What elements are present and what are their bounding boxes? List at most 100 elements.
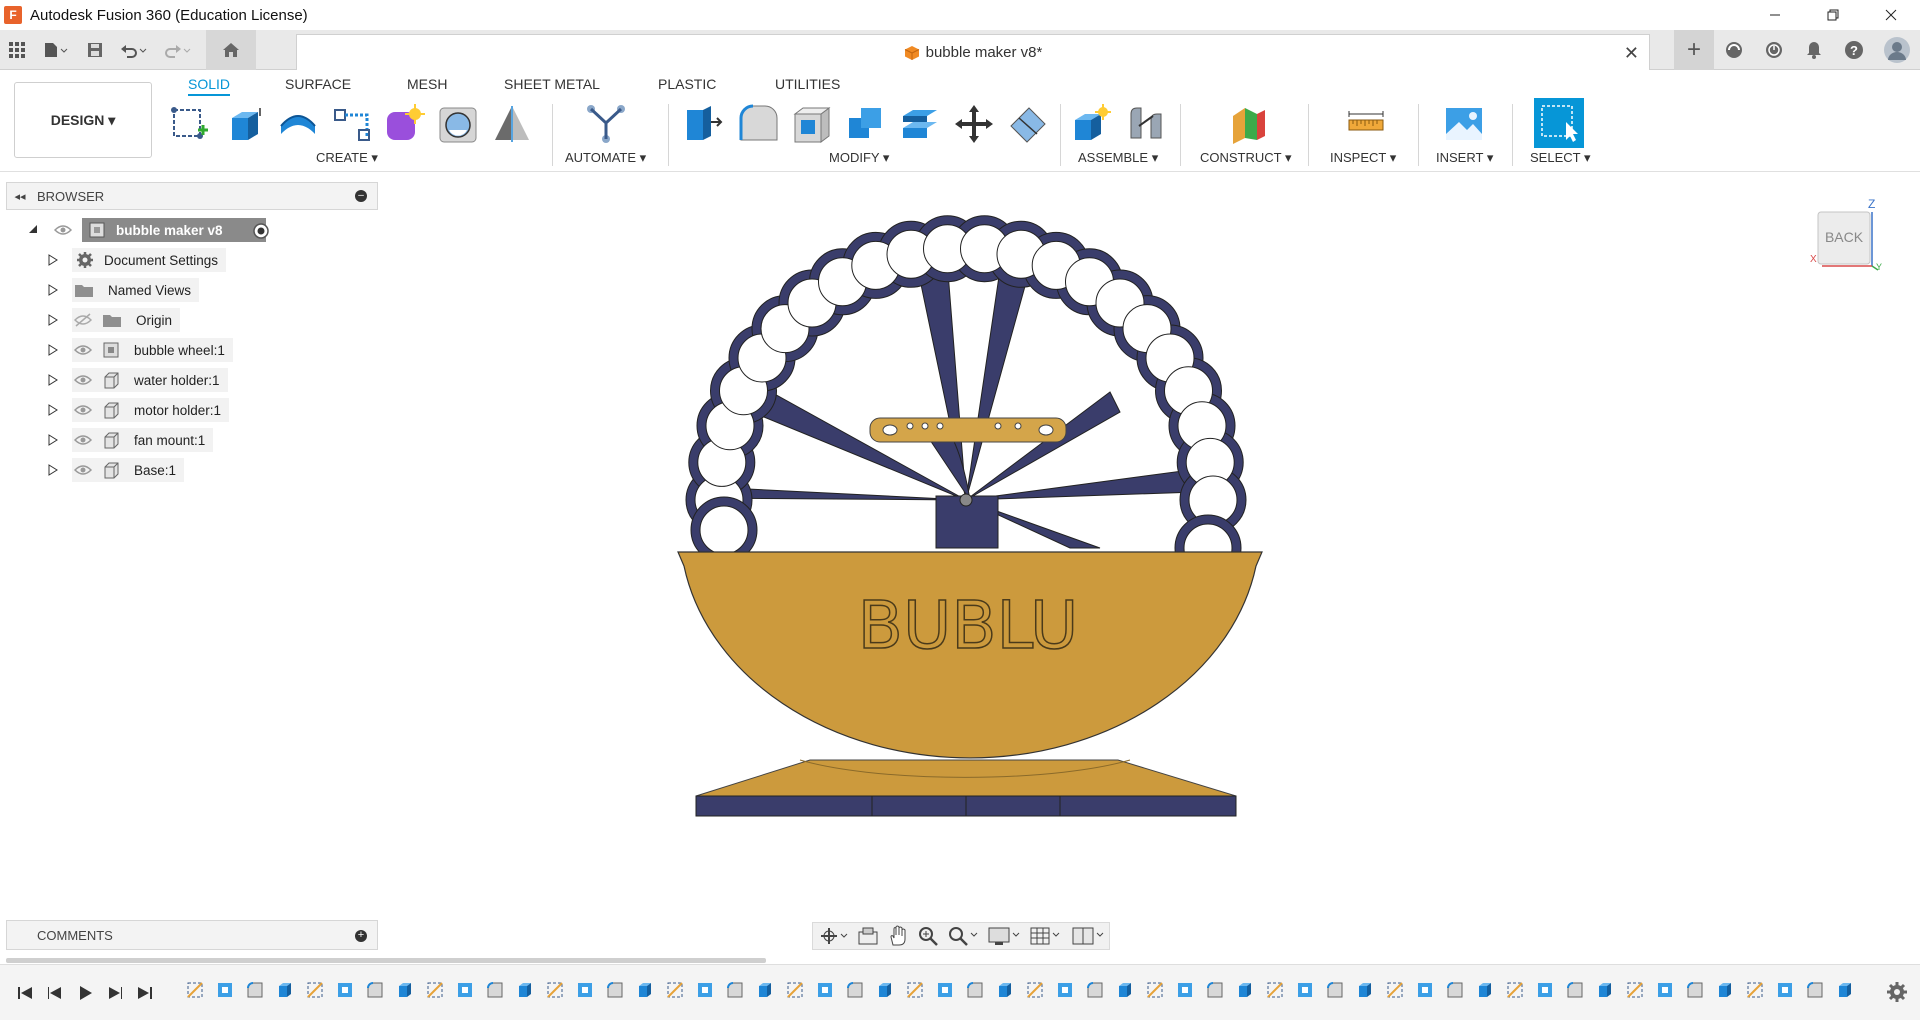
orbit-icon[interactable] [819,924,849,948]
timeline-feature-fillet-icon[interactable] [960,977,990,1003]
timeline-feature-extrude-icon[interactable] [1110,977,1140,1003]
timeline-feature-body-icon[interactable] [330,977,360,1003]
tab-surface[interactable]: SURFACE [285,74,351,94]
viewports-icon[interactable] [1071,924,1105,948]
tree-row-motor-holder[interactable]: motor holder:1 [48,398,268,422]
tree-row-origin[interactable]: Origin [48,308,248,332]
close-tab-icon[interactable]: ✕ [1624,43,1639,64]
3d-viewport[interactable]: BUBLU [380,172,1920,952]
play-icon[interactable] [70,981,100,1005]
bubble-wheel-model[interactable] [685,215,1247,582]
timeline-feature-extrude-icon[interactable] [870,977,900,1003]
collapsed-triangle-icon[interactable] [48,464,58,476]
revolve-icon[interactable] [276,102,320,146]
timeline-feature-body-icon[interactable] [1770,977,1800,1003]
tree-row-document-settings[interactable]: Document Settings [48,248,248,272]
timeline-feature-extrude-icon[interactable] [270,977,300,1003]
timeline-feature-sketch-icon[interactable] [1260,977,1290,1003]
timeline-feature-sketch-icon[interactable] [900,977,930,1003]
press-pull-icon[interactable] [680,102,724,146]
timeline-feature-sketch-icon[interactable] [1140,977,1170,1003]
timeline-feature-fillet-icon[interactable] [1680,977,1710,1003]
move-copy-icon[interactable] [952,102,996,146]
timeline-feature-extrude-icon[interactable] [630,977,660,1003]
fan-mount-model[interactable] [869,417,1067,443]
timeline-feature-fillet-icon[interactable] [1200,977,1230,1003]
tree-item-named-views[interactable]: Named Views [72,278,200,302]
create-sketch-icon[interactable] [168,102,212,146]
timeline-feature-sketch-icon[interactable] [1500,977,1530,1003]
collapsed-triangle-icon[interactable] [48,404,58,416]
automate-icon[interactable] [584,102,628,146]
collapsed-triangle-icon[interactable] [48,284,58,296]
combine-icon[interactable] [844,102,888,146]
tree-item-origin[interactable]: Origin [72,308,181,332]
inspect-group-label[interactable]: INSPECT ▾ [1330,150,1396,166]
workspace-switcher-button[interactable]: DESIGN ▾ [14,82,152,158]
timeline-feature-fillet-icon[interactable] [840,977,870,1003]
split-face-icon[interactable] [1006,102,1050,146]
timeline-feature-extrude-icon[interactable] [990,977,1020,1003]
tree-row-water-holder[interactable]: water holder:1 [48,368,268,392]
timeline-feature-extrude-icon[interactable] [1590,977,1620,1003]
tab-mesh[interactable]: MESH [407,74,447,94]
timeline-feature-sketch-icon[interactable] [1740,977,1770,1003]
tree-item-motor-holder[interactable]: motor holder:1 [72,398,230,422]
undo-icon[interactable] [112,33,156,67]
tree-row-fan-mount[interactable]: fan mount:1 [48,428,268,452]
new-component-icon[interactable] [1070,102,1114,146]
insert-image-icon[interactable] [1442,102,1486,146]
timeline-feature-fillet-icon[interactable] [600,977,630,1003]
modify-group-label[interactable]: MODIFY ▾ [829,150,889,166]
tree-item-bubble-wheel[interactable]: bubble wheel:1 [72,338,233,362]
sweep-icon[interactable] [330,102,374,146]
timeline-feature-sketch-icon[interactable] [540,977,570,1003]
user-avatar[interactable] [1874,33,1920,67]
step-back-icon[interactable] [40,981,70,1005]
timeline-feature-extrude-icon[interactable] [510,977,540,1003]
tree-row-root[interactable]: bubble maker v8 [24,218,284,242]
timeline-feature-sketch-icon[interactable] [660,977,690,1003]
close-icon[interactable] [1862,0,1920,30]
extrude-icon[interactable] [222,102,266,146]
select-group-label[interactable]: SELECT ▾ [1530,150,1590,166]
tab-sheet-metal[interactable]: SHEET METAL [504,74,600,94]
display-settings-icon[interactable] [987,924,1021,948]
timeline-feature-sketch-icon[interactable] [180,977,210,1003]
visibility-eye-icon[interactable] [74,433,92,447]
tab-plastic[interactable]: PLASTIC [658,74,716,94]
visibility-eye-icon[interactable] [74,373,92,387]
create-group-label[interactable]: CREATE ▾ [316,150,378,166]
joint-icon[interactable] [1124,102,1168,146]
minimize-icon[interactable] [1746,0,1804,30]
go-to-end-icon[interactable] [130,981,160,1005]
timeline-feature-sketch-icon[interactable] [1620,977,1650,1003]
timeline-feature-fillet-icon[interactable] [1080,977,1110,1003]
timeline-feature-fillet-icon[interactable] [480,977,510,1003]
tree-item-base[interactable]: Base:1 [72,458,185,482]
file-menu-icon[interactable] [34,33,78,67]
timeline-feature-body-icon[interactable] [570,977,600,1003]
add-comment-icon[interactable]: + [355,930,367,942]
hidden-eye-icon[interactable] [74,313,92,327]
fit-zoom-icon[interactable] [947,924,979,948]
timeline-feature-fillet-icon[interactable] [1800,977,1830,1003]
timeline-feature-extrude-icon[interactable] [1230,977,1260,1003]
collapsed-triangle-icon[interactable] [48,434,58,446]
timeline-feature-body-icon[interactable] [1290,977,1320,1003]
timeline-feature-fillet-icon[interactable] [360,977,390,1003]
viewcube[interactable]: Z X Y BACK [1808,196,1888,276]
offset-face-icon[interactable] [898,102,942,146]
timeline-feature-sketch-icon[interactable] [1020,977,1050,1003]
timeline-feature-body-icon[interactable] [1170,977,1200,1003]
save-icon[interactable] [78,33,112,67]
tab-solid[interactable]: SOLID [188,74,231,96]
visibility-eye-icon[interactable] [74,403,92,417]
select-tool-icon[interactable] [1534,98,1584,148]
comments-panel[interactable]: COMMENTS + [6,920,378,950]
go-to-start-icon[interactable] [10,981,40,1005]
tab-utilities[interactable]: UTILITIES [775,74,840,94]
timeline-feature-body-icon[interactable] [690,977,720,1003]
timeline-feature-extrude-icon[interactable] [390,977,420,1003]
timeline-feature-body-icon[interactable] [1410,977,1440,1003]
